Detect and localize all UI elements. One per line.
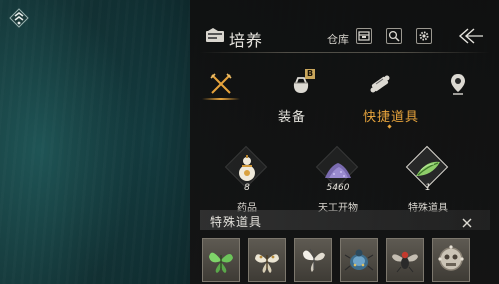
purple-ore-icon: [325, 163, 351, 178]
special-items-header: 特殊道具: [200, 210, 490, 230]
collapse-menu-icon[interactable]: [9, 8, 29, 28]
item-count: 5460: [326, 183, 350, 193]
scroll-icon: [370, 75, 390, 93]
tab-pouch[interactable]: B: [288, 69, 315, 97]
gear-icon[interactable]: [416, 28, 432, 44]
quick-item-medicine[interactable]: 8 药品: [217, 145, 277, 214]
cultivation-panel: 培养 仓库 B 装备 快捷道具 8 药品 5460 天工开物 1 特殊道具 特殊…: [190, 0, 499, 284]
green-butterfly-icon: [209, 252, 233, 273]
special-item-card[interactable]: [202, 238, 240, 282]
search-icon[interactable]: [386, 28, 402, 44]
storage-label[interactable]: 仓库: [327, 31, 349, 47]
crossed-swords-icon: [210, 73, 232, 94]
tab-equipment[interactable]: [202, 71, 240, 100]
quick-item-special[interactable]: 1 特殊道具: [398, 145, 458, 214]
red-fly-icon: [392, 251, 418, 273]
pale-butterfly-icon: [303, 248, 325, 272]
subtab-quick-items[interactable]: 快捷道具: [363, 106, 419, 125]
quick-item-tiangong[interactable]: 5460 天工开物: [308, 145, 368, 214]
gourd-icon: [239, 155, 255, 181]
special-item-card[interactable]: [248, 238, 286, 282]
storage-icon[interactable]: [356, 28, 372, 44]
blue-beetle-icon: [344, 249, 374, 271]
item-count: 8: [244, 183, 250, 193]
page-title: 培养: [229, 31, 264, 50]
item-count: 1: [425, 183, 431, 193]
tab-location[interactable]: [445, 71, 471, 97]
green-leaf-icon: [416, 161, 440, 176]
tab-badge: B: [305, 69, 315, 79]
back-arrow-icon[interactable]: [456, 26, 484, 46]
special-items-title: 特殊道具: [210, 215, 263, 229]
special-item-card[interactable]: [432, 238, 470, 282]
white-moth-icon: [255, 254, 279, 273]
title-bar: 培养 仓库: [190, 18, 499, 52]
location-pin-icon: [451, 74, 465, 95]
close-icon[interactable]: [461, 214, 473, 228]
title-divider: [200, 52, 490, 53]
special-item-card[interactable]: [294, 238, 332, 282]
special-item-card[interactable]: [386, 238, 424, 282]
special-item-card[interactable]: [340, 238, 378, 282]
book-icon: [205, 28, 225, 44]
skull-ornament-icon: [438, 245, 464, 271]
special-items-list: [202, 238, 492, 282]
subtab-equipment[interactable]: 装备: [278, 106, 306, 125]
tab-scroll[interactable]: [367, 71, 393, 97]
